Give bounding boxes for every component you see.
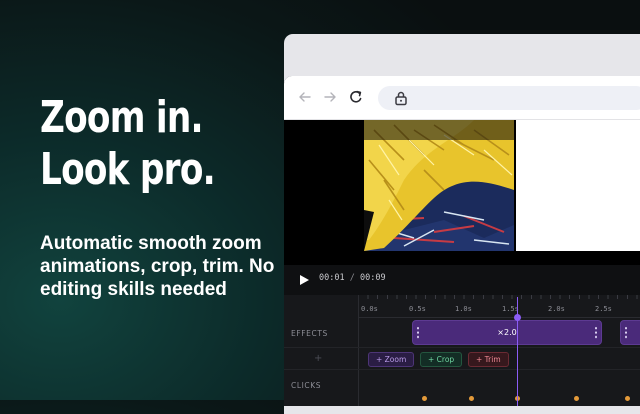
- zoom-effect-clip[interactable]: ×2.0: [412, 320, 602, 345]
- browser-window: 00:01 / 00:09 0.0s 0.5s 1.0s 1.5s 2.0s 2…: [284, 76, 640, 406]
- clip-handle-left[interactable]: [625, 326, 627, 339]
- address-bar[interactable]: [378, 86, 640, 110]
- tick-label: 2.0s: [548, 305, 565, 313]
- click-marker[interactable]: [469, 396, 474, 401]
- reload-icon[interactable]: [348, 89, 364, 105]
- video-frame-image: [364, 120, 514, 251]
- tick-label: 0.5s: [409, 305, 426, 313]
- add-zoom-button[interactable]: + Zoom: [368, 352, 415, 367]
- track-labels: EFFECTS + CLICKS: [284, 295, 359, 406]
- clip-handle-right[interactable]: [595, 326, 597, 339]
- timeline-ruler[interactable]: 0.0s 0.5s 1.0s 1.5s 2.0s 2.5s: [358, 295, 640, 318]
- duration: 00:09: [359, 273, 386, 283]
- player-controls: 00:01 / 00:09: [284, 265, 640, 295]
- click-marker[interactable]: [625, 396, 630, 401]
- fur-texture-image: [364, 120, 514, 251]
- browser-toolbar: [284, 76, 640, 120]
- effect-clip[interactable]: [620, 320, 640, 345]
- play-icon[interactable]: [298, 274, 310, 286]
- forward-arrow-icon[interactable]: [322, 89, 338, 105]
- time-separator: /: [349, 273, 355, 283]
- row-divider: [284, 347, 640, 348]
- subtext: Automatic smooth zoom animations, crop, …: [40, 233, 275, 300]
- current-time: 00:01: [319, 273, 345, 283]
- tick-label: 1.0s: [455, 305, 472, 313]
- zoom-factor-label: ×2.0: [497, 328, 517, 337]
- playhead-handle[interactable]: [514, 314, 521, 321]
- headline-line-2: Look pro.: [40, 144, 216, 195]
- video-preview[interactable]: [284, 120, 640, 265]
- click-marker[interactable]: [574, 396, 579, 401]
- clicks-row-label: CLICKS: [291, 381, 322, 390]
- effects-row-label: EFFECTS: [291, 329, 328, 338]
- video-frame-white-panel: [516, 120, 640, 251]
- lock-icon: [395, 91, 407, 106]
- headline-line-1: Zoom in.: [40, 92, 204, 143]
- click-marker[interactable]: [422, 396, 427, 401]
- add-crop-button[interactable]: + Crop: [420, 352, 463, 367]
- add-trim-button[interactable]: + Trim: [468, 352, 509, 367]
- tick-label: 0.0s: [361, 305, 378, 313]
- headline: Zoom in. Look pro.: [40, 92, 216, 196]
- back-arrow-icon[interactable]: [297, 89, 313, 105]
- row-divider: [284, 369, 640, 370]
- add-track-icon[interactable]: +: [314, 353, 322, 364]
- timeline: 0.0s 0.5s 1.0s 1.5s 2.0s 2.5s EFFECTS + …: [284, 295, 640, 406]
- tick-label: 2.5s: [595, 305, 612, 313]
- timecode: 00:01 / 00:09: [319, 273, 386, 283]
